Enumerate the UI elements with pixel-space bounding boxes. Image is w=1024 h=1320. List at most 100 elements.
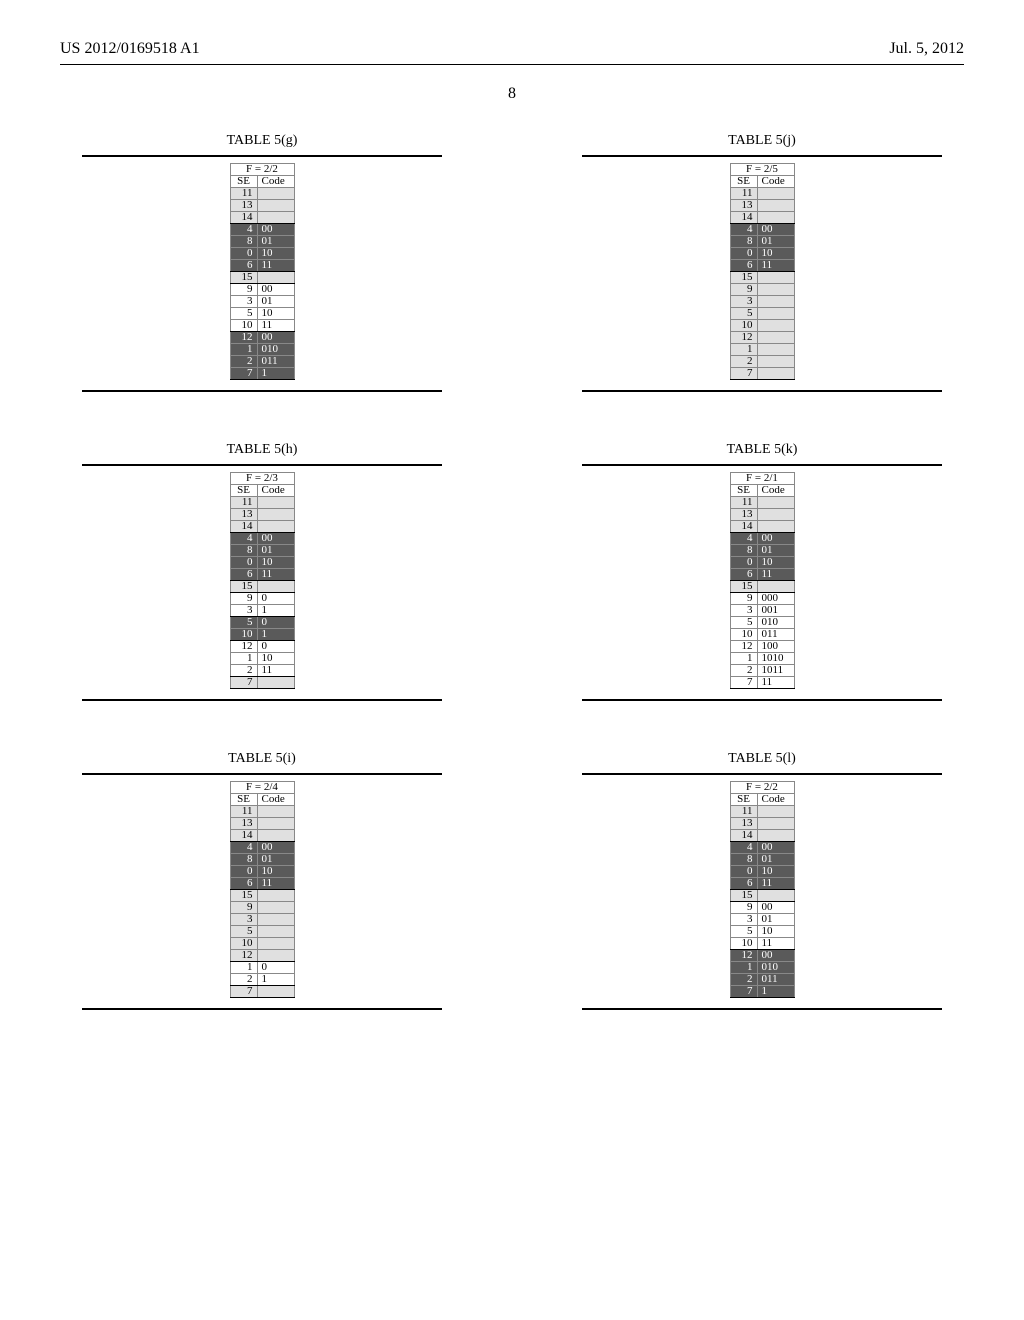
- table-row: 1200: [730, 950, 794, 962]
- left-column: TABLE 5(g)F = 2/2SECode11131440080101061…: [82, 133, 442, 1060]
- se-cell: 0: [730, 248, 757, 260]
- code-cell: 010: [757, 962, 794, 974]
- code-cell: 010: [757, 617, 794, 629]
- table-row: 14: [730, 830, 794, 842]
- se-cell: 7: [730, 986, 757, 998]
- code-cell: 010: [257, 344, 294, 356]
- column-header-se: SE: [230, 485, 257, 497]
- code-cell: [257, 272, 294, 284]
- se-cell: 14: [230, 830, 257, 842]
- code-cell: [757, 212, 794, 224]
- code-cell: [757, 806, 794, 818]
- se-cell: 12: [730, 950, 757, 962]
- table-row: 9: [730, 284, 794, 296]
- code-table: F = 2/1SECode111314400801010611159000300…: [730, 472, 795, 689]
- column-header-code: Code: [757, 794, 794, 806]
- table-row: 1010: [230, 344, 294, 356]
- table-row: 400: [230, 533, 294, 545]
- code-cell: [757, 818, 794, 830]
- horizontal-rule: [582, 699, 942, 701]
- table-row: 11: [230, 188, 294, 200]
- code-cell: [757, 188, 794, 200]
- code-cell: [257, 677, 294, 689]
- table-row: 13: [230, 509, 294, 521]
- table-row: 101: [230, 629, 294, 641]
- table-row: 13: [230, 818, 294, 830]
- code-cell: 11: [757, 569, 794, 581]
- table-row: 14: [230, 212, 294, 224]
- code-cell: [757, 284, 794, 296]
- se-cell: 5: [230, 926, 257, 938]
- code-cell: 10: [257, 248, 294, 260]
- horizontal-rule: [82, 390, 442, 392]
- code-cell: 10: [257, 653, 294, 665]
- se-cell: 8: [230, 236, 257, 248]
- horizontal-rule: [82, 155, 442, 157]
- code-cell: [757, 497, 794, 509]
- table-block-h: TABLE 5(h)F = 2/3SECode11131440080101061…: [82, 442, 442, 701]
- table-row: 14: [230, 521, 294, 533]
- se-cell: 0: [230, 866, 257, 878]
- se-cell: 5: [730, 926, 757, 938]
- table-row: 10: [730, 320, 794, 332]
- publication-date: Jul. 5, 2012: [889, 40, 964, 58]
- table-row: 611: [230, 260, 294, 272]
- se-cell: 9: [730, 902, 757, 914]
- se-cell: 9: [230, 284, 257, 296]
- code-cell: [757, 296, 794, 308]
- code-cell: 1: [257, 974, 294, 986]
- code-cell: [257, 818, 294, 830]
- se-cell: 6: [230, 260, 257, 272]
- code-cell: 1: [257, 368, 294, 380]
- column-header-code: Code: [257, 176, 294, 188]
- se-cell: 4: [730, 224, 757, 236]
- se-cell: 0: [730, 557, 757, 569]
- horizontal-rule: [582, 773, 942, 775]
- se-cell: 13: [730, 509, 757, 521]
- code-cell: [257, 950, 294, 962]
- se-cell: 9: [230, 593, 257, 605]
- table-caption: TABLE 5(j): [728, 133, 796, 149]
- se-cell: 1: [730, 962, 757, 974]
- table-row: 301: [230, 296, 294, 308]
- horizontal-rule: [82, 773, 442, 775]
- se-cell: 13: [230, 818, 257, 830]
- code-cell: 00: [757, 902, 794, 914]
- horizontal-rule: [582, 1008, 942, 1010]
- code-cell: [257, 188, 294, 200]
- se-cell: 2: [230, 356, 257, 368]
- se-cell: 6: [730, 878, 757, 890]
- horizontal-rule: [582, 464, 942, 466]
- se-cell: 6: [730, 569, 757, 581]
- code-cell: [757, 830, 794, 842]
- code-cell: 1: [757, 986, 794, 998]
- code-table: F = 2/4SECode111314400801010611159351012…: [230, 781, 295, 998]
- se-cell: 14: [730, 521, 757, 533]
- code-cell: [257, 497, 294, 509]
- code-cell: [757, 521, 794, 533]
- code-cell: 00: [257, 533, 294, 545]
- table-title: F = 2/2: [730, 782, 794, 794]
- table-row: 510: [730, 926, 794, 938]
- se-cell: 4: [730, 842, 757, 854]
- code-cell: 10: [257, 866, 294, 878]
- se-cell: 13: [730, 818, 757, 830]
- table-row: 11: [730, 188, 794, 200]
- code-cell: [257, 521, 294, 533]
- table-row: 15: [230, 890, 294, 902]
- se-cell: 5: [730, 308, 757, 320]
- table-caption: TABLE 5(h): [227, 442, 298, 458]
- horizontal-rule: [82, 464, 442, 466]
- se-cell: 2: [230, 665, 257, 677]
- table-row: 010: [730, 248, 794, 260]
- table-row: 010: [730, 557, 794, 569]
- code-cell: 11: [757, 878, 794, 890]
- table-title: F = 2/5: [730, 164, 794, 176]
- se-cell: 15: [230, 272, 257, 284]
- table-row: 13: [230, 200, 294, 212]
- code-cell: 01: [757, 545, 794, 557]
- code-cell: [757, 272, 794, 284]
- code-cell: 11: [257, 569, 294, 581]
- se-cell: 2: [230, 974, 257, 986]
- code-cell: 011: [757, 974, 794, 986]
